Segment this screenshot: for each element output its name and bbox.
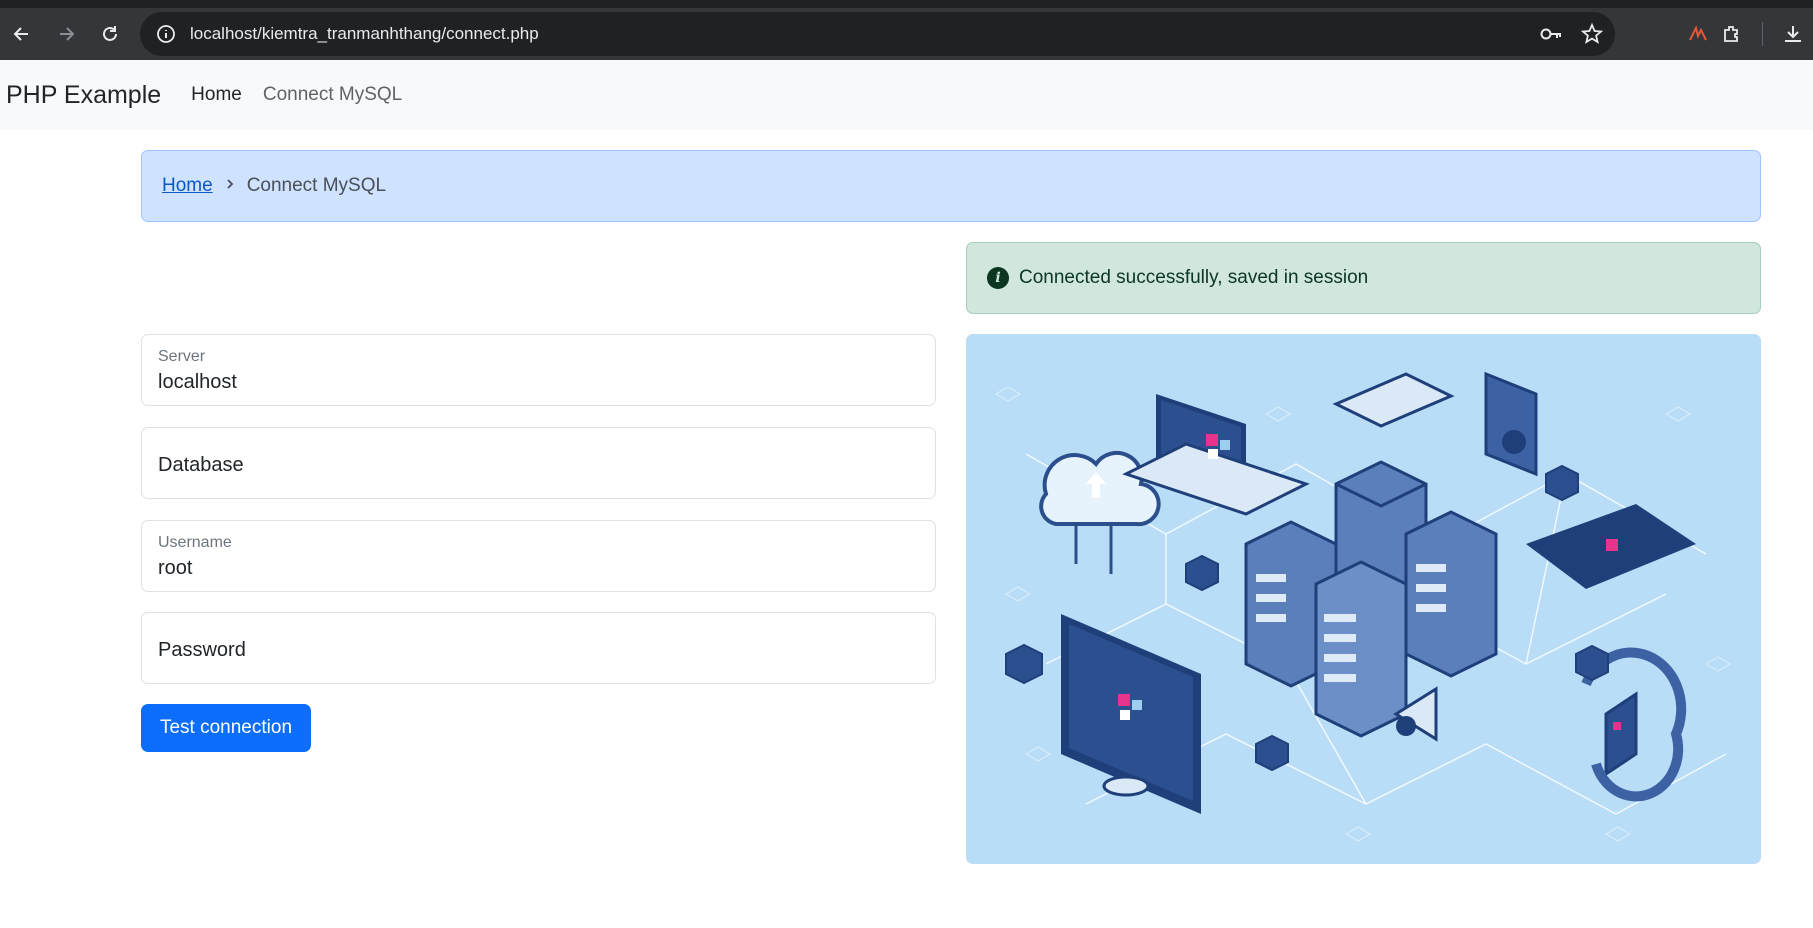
site-info-icon[interactable] [156, 24, 176, 44]
download-icon[interactable] [1781, 22, 1805, 46]
extension-acrobat-icon[interactable] [1686, 22, 1710, 46]
isometric-network-illustration [994, 371, 1732, 842]
database-label: Database [158, 454, 244, 476]
info-icon: i [987, 267, 1009, 289]
address-bar[interactable]: localhost/kiemtra_tranmanhthang/connect.… [140, 12, 1615, 56]
back-icon[interactable] [0, 12, 44, 56]
database-field[interactable]: Database [141, 427, 936, 499]
test-connection-button[interactable]: Test connection [141, 704, 311, 752]
key-icon[interactable] [1539, 24, 1563, 44]
database-illustration [966, 334, 1761, 864]
breadcrumb: Home Connect MySQL [141, 150, 1761, 222]
breadcrumb-current: Connect MySQL [246, 175, 387, 196]
toolbar-divider [1762, 22, 1763, 46]
server-input[interactable]: localhost [158, 371, 237, 394]
forward-icon[interactable] [44, 12, 88, 56]
nav-link-home[interactable]: Home [191, 84, 242, 106]
username-label: Username [158, 534, 232, 551]
url-text: localhost/kiemtra_tranmanhthang/connect.… [190, 24, 539, 43]
success-alert: i Connected successfully, saved in sessi… [966, 242, 1761, 314]
navbar-brand[interactable]: PHP Example [6, 81, 161, 110]
password-label: Password [158, 639, 246, 661]
site-navbar: PHP Example Home Connect MySQL [0, 60, 1813, 130]
breadcrumb-home-link[interactable]: Home [162, 175, 213, 197]
extensions-puzzle-icon[interactable] [1720, 22, 1744, 46]
server-label: Server [158, 348, 206, 365]
password-field[interactable]: Password [141, 612, 936, 684]
nav-link-connect-mysql[interactable]: Connect MySQL [263, 84, 402, 106]
alert-message: Connected successfully, saved in session [1019, 267, 1369, 288]
server-field[interactable]: Server localhost [141, 334, 936, 406]
username-field[interactable]: Username root [141, 520, 936, 592]
bookmark-star-icon[interactable] [1581, 23, 1603, 45]
username-input[interactable]: root [158, 557, 192, 580]
tab-strip [0, 0, 1813, 8]
browser-toolbar: localhost/kiemtra_tranmanhthang/connect.… [0, 8, 1813, 60]
browser-chrome: localhost/kiemtra_tranmanhthang/connect.… [0, 0, 1813, 60]
chevron-right-icon [225, 177, 235, 195]
reload-icon[interactable] [88, 12, 132, 56]
